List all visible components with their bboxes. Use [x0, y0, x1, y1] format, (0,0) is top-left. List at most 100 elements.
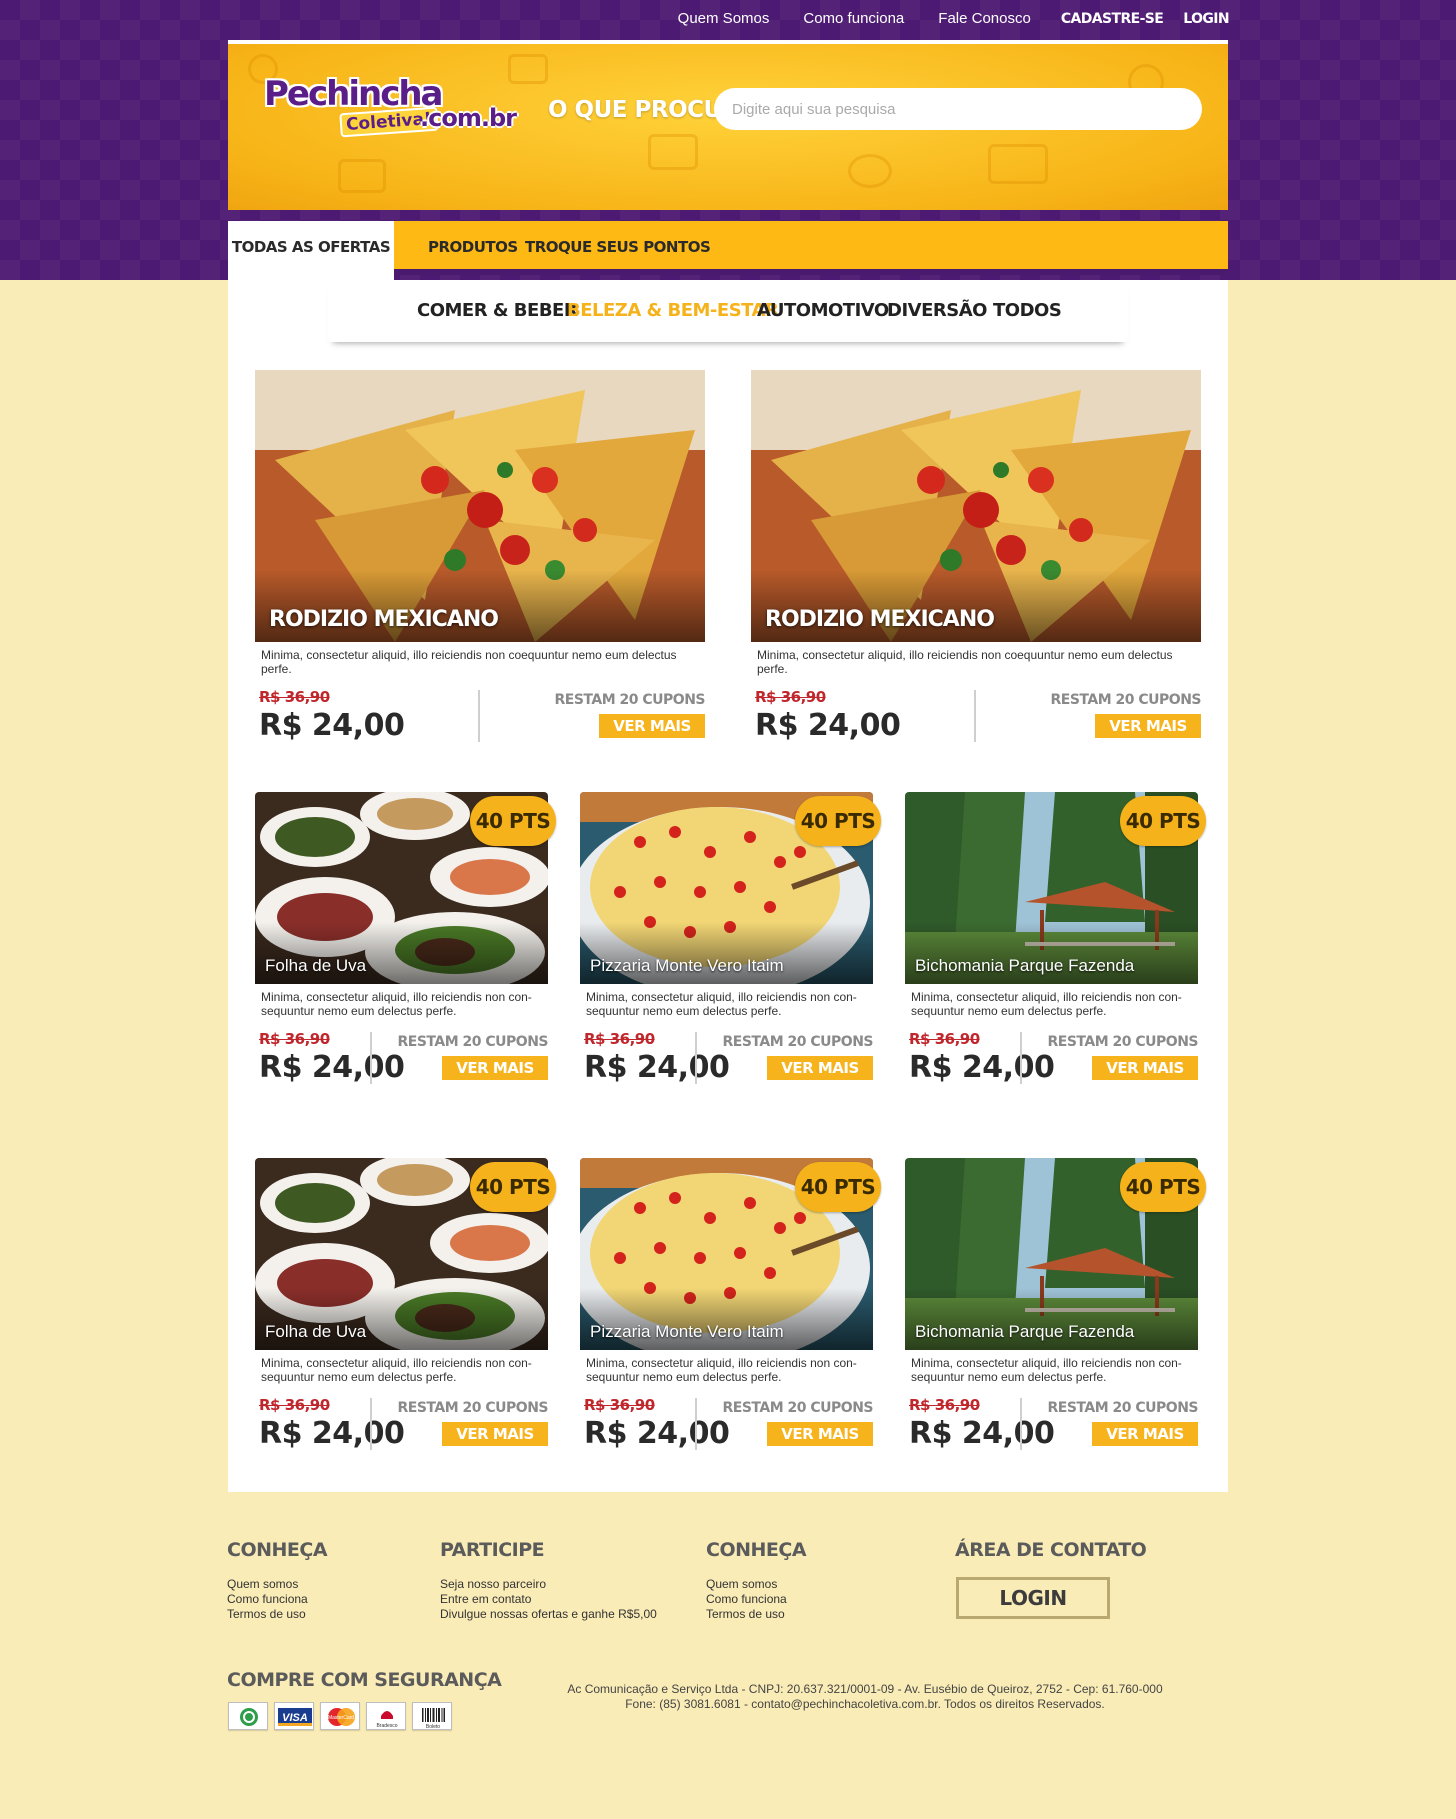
top-navigation: Quem Somos Como funciona Fale Conosco CA… — [644, 10, 1230, 27]
bradesco-icon: Bradesco — [366, 1702, 406, 1730]
nav-link-fale-conosco[interactable]: Fale Conosco — [938, 10, 1031, 27]
grid-offer-card[interactable]: Pizzaria Monte Vero Itaim 40 PTS Minima, c… — [580, 792, 881, 1092]
ver-mais-button[interactable]: VER MAIS — [1092, 1056, 1198, 1080]
offer-description: Minima, consectetur aliquid, illo reicie… — [911, 1356, 1182, 1384]
old-price: R$ 36,90 — [584, 1396, 655, 1414]
remaining-coupons: RESTAM 20 CUPONS — [1050, 692, 1202, 708]
old-price: R$ 36,90 — [909, 1396, 980, 1414]
current-price: R$ 24,00 — [755, 708, 901, 743]
points-badge: 40 PTS — [795, 1162, 881, 1212]
tab-troque-seus-pontos[interactable]: TROQUE SEUS PONTOS — [525, 221, 711, 275]
search-input[interactable] — [714, 88, 1202, 130]
footer-link[interactable]: Quem somos — [706, 1577, 787, 1592]
footer-link[interactable]: Seja nosso parceiro — [440, 1577, 657, 1592]
offer-image[interactable] — [255, 370, 705, 642]
footer-login-button[interactable]: LOGIN — [956, 1577, 1110, 1619]
remaining-coupons: RESTAM 20 CUPONS — [397, 1034, 549, 1050]
offer-description: Minima, consectetur aliquid, illo reicie… — [586, 990, 857, 1018]
current-price: R$ 24,00 — [259, 1416, 405, 1451]
footer-link[interactable]: Termos de uso — [706, 1607, 787, 1622]
nav-link-quem-somos[interactable]: Quem Somos — [678, 10, 770, 27]
offer-description: Minima, consectetur aliquid, illo reicie… — [911, 990, 1182, 1018]
current-price: R$ 24,00 — [909, 1416, 1055, 1451]
remaining-coupons: RESTAM 20 CUPONS — [722, 1034, 874, 1050]
current-price: R$ 24,00 — [259, 708, 405, 743]
remaining-coupons: RESTAM 20 CUPONS — [554, 692, 706, 708]
featured-offer-card[interactable]: RODIZIO MEXICANO Minima, consectetur aliq… — [751, 370, 1201, 745]
ver-mais-button[interactable]: VER MAIS — [767, 1056, 873, 1080]
offer-description: Minima, consectetur aliquid, illo reicie… — [261, 648, 677, 676]
footer-link[interactable]: Como funciona — [706, 1592, 787, 1607]
price-divider — [478, 690, 480, 742]
mastercard-label: MasterCard — [328, 1715, 354, 1721]
grid-offer-card[interactable]: Pizzaria Monte Vero Itaim 40 PTS Minima, c… — [580, 1158, 881, 1458]
footer-link[interactable]: Divulgue nossas ofertas e ganhe R$5,00 — [440, 1607, 657, 1622]
footer-title-conheca: CONHEÇA — [227, 1539, 328, 1561]
offer-description: Minima, consectetur aliquid, illo reicie… — [261, 1356, 532, 1384]
tab-produtos[interactable]: PRODUTOS — [428, 221, 518, 275]
nav-link-como-funciona[interactable]: Como funciona — [803, 10, 904, 27]
footer-link[interactable]: Termos de uso — [227, 1607, 308, 1622]
featured-offer-card[interactable]: RODIZIO MEXICANO Minima, consectetur aliq… — [255, 370, 705, 745]
legal-line-company: Ac Comunicação e Serviço Ltda - CNPJ: 20… — [567, 1682, 1163, 1696]
category-todos[interactable]: TODOS — [993, 300, 1062, 321]
grid-offer-card[interactable]: Folha de Uva 40 PTS Minima, consectetur al… — [255, 792, 556, 1092]
decor-shape — [508, 54, 548, 84]
offer-title: RODIZIO MEXICANO — [269, 607, 499, 632]
offer-title: Pizzaria Monte Vero Itaim — [590, 956, 784, 975]
category-automotivo[interactable]: AUTOMOTIVO — [757, 300, 889, 321]
offer-image[interactable] — [751, 370, 1201, 642]
current-price: R$ 24,00 — [909, 1050, 1055, 1085]
points-badge: 40 PTS — [470, 796, 556, 846]
category-comer-beber[interactable]: COMER & BEBER — [417, 300, 578, 321]
offer-title: Bichomania Parque Fazenda — [915, 1322, 1135, 1341]
offer-title: Folha de Uva — [265, 1322, 367, 1341]
price-divider — [695, 1398, 697, 1450]
ver-mais-button[interactable]: VER MAIS — [442, 1422, 548, 1446]
payment-seal-icon — [228, 1702, 268, 1730]
ver-mais-button[interactable]: VER MAIS — [442, 1056, 548, 1080]
points-badge: 40 PTS — [795, 796, 881, 846]
offer-description: Minima, consectetur aliquid, illo reicie… — [261, 990, 532, 1018]
points-badge: 40 PTS — [1120, 796, 1206, 846]
tab-todas-as-ofertas[interactable]: TODAS AS OFERTAS — [228, 221, 394, 281]
category-beleza-bem-estar[interactable]: BELEZA & BEM-ESTAR — [567, 300, 779, 321]
offer-description: Minima, consectetur aliquid, illo reicie… — [586, 1356, 857, 1384]
offer-title: Folha de Uva — [265, 956, 367, 975]
current-price: R$ 24,00 — [584, 1416, 730, 1451]
offer-title: RODIZIO MEXICANO — [765, 607, 995, 632]
ver-mais-button[interactable]: VER MAIS — [1092, 1422, 1198, 1446]
ver-mais-button[interactable]: VER MAIS — [767, 1422, 873, 1446]
grid-offer-card[interactable]: Folha de Uva 40 PTS Minima, consectetur al… — [255, 1158, 556, 1458]
remaining-coupons: RESTAM 20 CUPONS — [1047, 1400, 1199, 1416]
boleto-icon: Boleto — [412, 1702, 452, 1730]
price-divider — [370, 1398, 372, 1450]
price-divider — [1020, 1398, 1022, 1450]
legal-info: Ac Comunicação e Serviço Ltda - CNPJ: 20… — [500, 1682, 1230, 1712]
ver-mais-button[interactable]: VER MAIS — [599, 714, 705, 738]
remaining-coupons: RESTAM 20 CUPONS — [397, 1400, 549, 1416]
main-navigation: TODAS AS OFERTAS PRODUTOS TROQUE SEUS PO… — [228, 221, 1228, 281]
offer-title: Bichomania Parque Fazenda — [915, 956, 1135, 975]
decor-shape — [338, 159, 386, 193]
footer-links-participe: Seja nosso parceiro Entre em contato Div… — [440, 1577, 657, 1622]
grid-offer-card[interactable]: Bichomania Parque Fazenda 40 PTS Minima, c… — [905, 1158, 1206, 1458]
category-diversao[interactable]: DIVERSÃO — [887, 300, 987, 321]
ver-mais-button[interactable]: VER MAIS — [1095, 714, 1201, 738]
old-price: R$ 36,90 — [259, 1030, 330, 1048]
footer-title-compre-com-seguranca: COMPRE COM SEGURANÇA — [227, 1669, 502, 1691]
nav-link-login[interactable]: LOGIN — [1183, 11, 1229, 27]
points-badge: 40 PTS — [1120, 1162, 1206, 1212]
footer-link[interactable]: Quem somos — [227, 1577, 308, 1592]
footer-link[interactable]: Entre em contato — [440, 1592, 657, 1607]
site-logo[interactable]: Pechincha Coletiva! .com.br — [264, 74, 517, 144]
footer-links-conheca-2: Quem somos Como funciona Termos de uso — [706, 1577, 787, 1622]
old-price: R$ 36,90 — [755, 688, 826, 706]
category-navigation: COMER & BEBER BELEZA & BEM-ESTAR AUTOMOT… — [328, 280, 1128, 342]
nav-link-cadastre-se[interactable]: CADASTRE-SE — [1061, 11, 1164, 27]
old-price: R$ 36,90 — [259, 1396, 330, 1414]
footer-link[interactable]: Como funciona — [227, 1592, 308, 1607]
remaining-coupons: RESTAM 20 CUPONS — [722, 1400, 874, 1416]
price-divider — [1020, 1032, 1022, 1084]
grid-offer-card[interactable]: Bichomania Parque Fazenda 40 PTS Minima, c… — [905, 792, 1206, 1092]
